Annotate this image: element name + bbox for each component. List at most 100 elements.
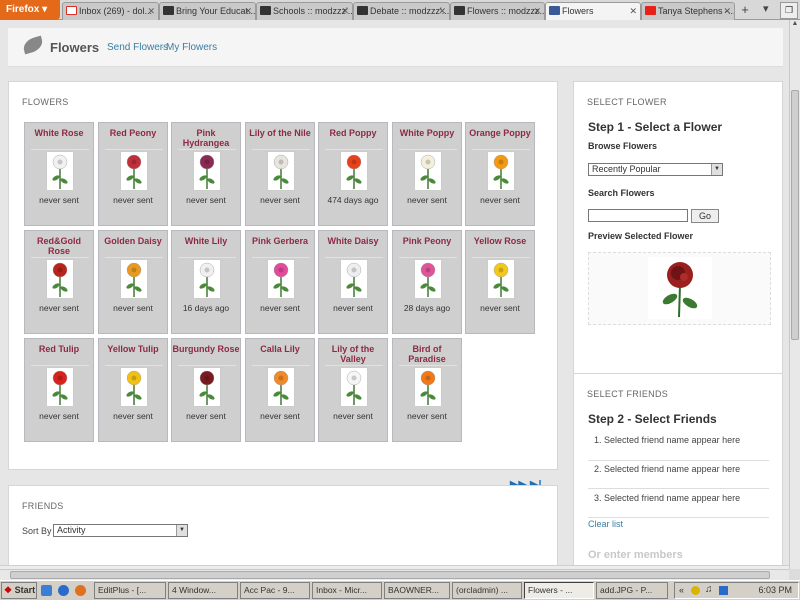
- chrome-icon[interactable]: [41, 585, 52, 596]
- flower-name: Red Tulip: [38, 344, 80, 354]
- network-icon[interactable]: [719, 586, 728, 595]
- send-flowers-link[interactable]: Send Flowers: [107, 42, 168, 53]
- taskbar-item-flowers[interactable]: Flowers - ...: [524, 582, 594, 599]
- taskbar-item-windows[interactable]: 4 Window...: [168, 582, 238, 599]
- flower-card[interactable]: Orange Poppy never sent: [465, 122, 535, 226]
- shield-icon[interactable]: [691, 586, 700, 595]
- clear-list-link[interactable]: Clear list: [588, 519, 623, 529]
- flower-card[interactable]: Red Poppy 474 days ago: [318, 122, 388, 226]
- flower-image[interactable]: [414, 151, 442, 191]
- firefox-icon[interactable]: [75, 585, 86, 596]
- flower-card[interactable]: Yellow Rose never sent: [465, 230, 535, 334]
- flower-image[interactable]: [267, 367, 295, 407]
- sent-status: never sent: [113, 411, 153, 421]
- flower-name: Pink Peony: [402, 236, 452, 246]
- ie-icon[interactable]: [58, 585, 69, 596]
- flower-name: Lily of the Nile: [249, 128, 311, 138]
- search-flowers-input[interactable]: [588, 209, 688, 222]
- flower-card[interactable]: White Poppy never sent: [392, 122, 462, 226]
- tab-flowers-modzzz[interactable]: Flowers :: modzzz... ✕: [450, 2, 545, 20]
- page-title: Flowers: [50, 40, 100, 55]
- close-icon[interactable]: ✕: [341, 3, 349, 19]
- start-button[interactable]: ❖ Start: [1, 582, 37, 599]
- flower-image[interactable]: [46, 259, 74, 299]
- flower-image[interactable]: [340, 151, 368, 191]
- scroll-thumb[interactable]: [10, 571, 770, 579]
- taskbar-item-baowner[interactable]: BAOWNER...: [384, 582, 450, 599]
- tab-schools[interactable]: Schools :: modzzz'... ✕: [256, 2, 353, 20]
- close-icon[interactable]: ✕: [147, 3, 155, 19]
- sent-status: never sent: [260, 303, 300, 313]
- flower-card[interactable]: Red Tulip never sent: [24, 338, 94, 442]
- tab-list-chevron-icon[interactable]: ▾: [763, 2, 769, 15]
- flower-image[interactable]: [193, 367, 221, 407]
- flower-image[interactable]: [46, 151, 74, 191]
- flower-image[interactable]: [267, 151, 295, 191]
- flower-image[interactable]: [414, 367, 442, 407]
- browse-flowers-select[interactable]: Recently Popular ▼: [588, 163, 723, 176]
- close-icon[interactable]: ✕: [723, 3, 731, 19]
- flower-card[interactable]: Yellow Tulip never sent: [98, 338, 168, 442]
- preview-label: Preview Selected Flower: [588, 231, 694, 241]
- divider: [472, 149, 530, 150]
- scroll-thumb[interactable]: [791, 90, 799, 340]
- flower-card[interactable]: Pink Gerbera never sent: [245, 230, 315, 334]
- flower-image[interactable]: [120, 367, 148, 407]
- windows-logo-icon: ❖: [4, 585, 13, 595]
- taskbar-item-add-jpg[interactable]: add.JPG - P...: [596, 582, 668, 599]
- new-tab-button[interactable]: +: [735, 2, 755, 19]
- tab-youtube[interactable]: Tanya Stephens -... ✕: [641, 2, 735, 20]
- flower-image[interactable]: [120, 259, 148, 299]
- taskbar-item-accpac[interactable]: Acc Pac - 9...: [240, 582, 310, 599]
- divider: [31, 149, 89, 150]
- go-button[interactable]: Go: [691, 209, 719, 223]
- flower-card[interactable]: Golden Daisy never sent: [98, 230, 168, 334]
- my-flowers-link[interactable]: My Flowers: [166, 42, 217, 53]
- close-icon[interactable]: ✕: [438, 3, 446, 19]
- taskbar-item-orcladmin[interactable]: (orcladmin) ...: [452, 582, 522, 599]
- tab-bring-your-education[interactable]: Bring Your Educat... ✕: [159, 2, 256, 20]
- flower-image[interactable]: [414, 259, 442, 299]
- flowers-heading: FLOWERS: [22, 97, 69, 107]
- flower-name: Pink Gerbera: [251, 236, 309, 246]
- flower-card[interactable]: Pink Peony 28 days ago: [392, 230, 462, 334]
- flower-image[interactable]: [340, 259, 368, 299]
- flower-name: Bird of Paradise: [408, 344, 446, 364]
- close-icon[interactable]: ✕: [629, 3, 637, 19]
- flower-image[interactable]: [487, 151, 515, 191]
- flower-card[interactable]: Red Peony never sent: [98, 122, 168, 226]
- flower-card[interactable]: White Daisy never sent: [318, 230, 388, 334]
- sent-status: never sent: [186, 411, 226, 421]
- taskbar-item-editplus[interactable]: EditPlus - [...: [94, 582, 166, 599]
- flower-image[interactable]: [46, 367, 74, 407]
- flower-card[interactable]: Burgundy Rose never sent: [171, 338, 241, 442]
- sort-by-select[interactable]: Activity ▼: [53, 524, 188, 537]
- flower-image[interactable]: [487, 259, 515, 299]
- flower-image[interactable]: [120, 151, 148, 191]
- flower-image[interactable]: [193, 259, 221, 299]
- flower-card[interactable]: Lily of the Valley never sent: [318, 338, 388, 442]
- close-icon[interactable]: ✕: [244, 3, 252, 19]
- volume-icon[interactable]: ♫: [705, 584, 713, 595]
- restore-window-icon[interactable]: ❐: [780, 2, 798, 19]
- flower-image[interactable]: [193, 151, 221, 191]
- tab-gmail[interactable]: Inbox (269) - dol... ✕: [62, 2, 159, 20]
- flower-image[interactable]: [340, 367, 368, 407]
- scroll-up-arrow-icon[interactable]: ▲: [790, 20, 800, 30]
- flower-card[interactable]: White Lily 16 days ago: [171, 230, 241, 334]
- tray-chevron-icon[interactable]: «: [679, 585, 684, 595]
- flower-card[interactable]: White Rose never sent: [24, 122, 94, 226]
- flower-card[interactable]: Red&Gold Rose never sent: [24, 230, 94, 334]
- flower-image[interactable]: [267, 259, 295, 299]
- close-icon[interactable]: ✕: [533, 3, 541, 19]
- flower-card[interactable]: Lily of the Nile never sent: [245, 122, 315, 226]
- vertical-scrollbar[interactable]: ▲: [789, 20, 800, 569]
- firefox-menu-button[interactable]: Firefox ▾: [0, 0, 60, 20]
- flower-card[interactable]: Bird of Paradise never sent: [392, 338, 462, 442]
- taskbar-item-inbox[interactable]: Inbox - Micr...: [312, 582, 382, 599]
- horizontal-scrollbar[interactable]: [0, 569, 789, 580]
- flower-card[interactable]: Pink Hydrangea never sent: [171, 122, 241, 226]
- tab-debate[interactable]: Debate :: modzzz'... ✕: [353, 2, 450, 20]
- tab-flowers[interactable]: Flowers ✕: [545, 2, 641, 20]
- flower-card[interactable]: Calla Lily never sent: [245, 338, 315, 442]
